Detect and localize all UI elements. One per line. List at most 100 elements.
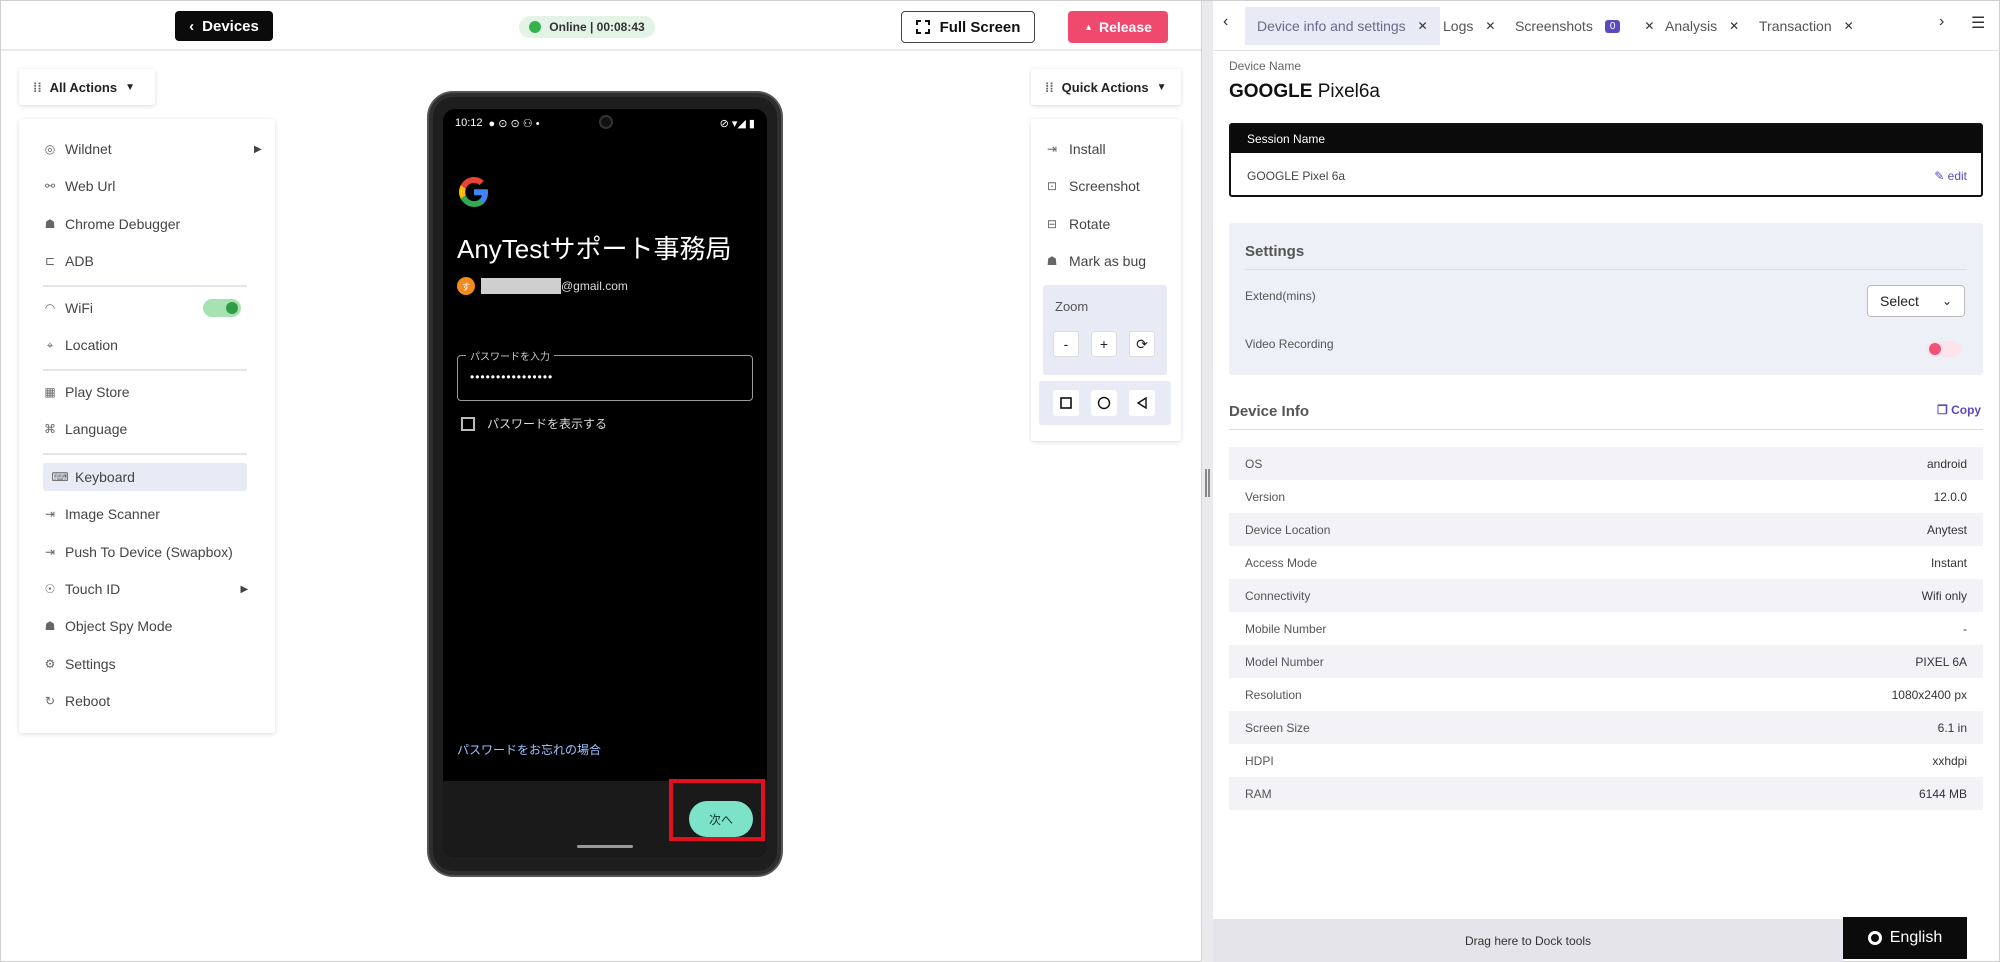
recents-button[interactable] (1053, 390, 1079, 416)
front-camera-icon (599, 115, 613, 129)
menu-item-play-store[interactable]: ▦ Play Store (43, 378, 130, 406)
menu-item-object-spy-mode[interactable]: ☗ Object Spy Mode (43, 612, 173, 640)
copy-button[interactable]: ❐ Copy (1937, 403, 1981, 417)
grid-dots-icon: ⁞⁞ (33, 79, 42, 95)
devices-back-button[interactable]: ‹ Devices (175, 11, 273, 41)
session-edit-button[interactable]: ✎ edit (1934, 169, 1967, 183)
menu-item-location[interactable]: ⌖ Location (43, 331, 118, 359)
menu-item-push-to-device[interactable]: ⇥ Push To Device (Swapbox) (43, 538, 233, 566)
menu-item-language[interactable]: ⌘ Language (43, 415, 127, 443)
menu-item-label: Play Store (65, 384, 130, 400)
hamburger-menu-icon[interactable]: ☰ (1971, 13, 1985, 33)
password-field[interactable]: パスワードを入力 •••••••••••••••• (457, 348, 753, 401)
quick-mark-as-bug[interactable]: ☗ Mark as bug (1045, 247, 1146, 275)
menu-item-touch-id[interactable]: ☉ Touch ID ▶ (43, 575, 249, 603)
grid-dots-icon: ⁞⁞ (1045, 79, 1054, 95)
caret-down-icon: ▼ (125, 81, 135, 93)
notification-icons: ● ⊙ ⊙ ⚇ • (488, 117, 540, 130)
screenshot-icon: ⊡ (1046, 179, 1058, 193)
info-value: PIXEL 6A (1915, 654, 1967, 669)
show-password-label: パスワードを表示する (487, 417, 608, 431)
online-dot-icon (529, 21, 542, 33)
all-actions-dropdown[interactable]: ⁞⁞ All Actions ▼ (19, 69, 155, 105)
menu-item-adb[interactable]: ⊏ ADB (43, 247, 94, 275)
language-button[interactable]: English (1843, 917, 1967, 959)
tab-screenshots[interactable]: Screenshots 0 ✕ (1503, 7, 1666, 45)
panel-splitter[interactable] (1201, 1, 1213, 962)
zoom-in-button[interactable]: + (1091, 331, 1117, 357)
edit-label: edit (1947, 169, 1967, 183)
extend-select[interactable]: Select ⌄ (1867, 285, 1965, 317)
table-row: Access Mode Instant (1229, 546, 1983, 579)
device-name-label: Device Name (1229, 59, 1302, 73)
menu-item-label: Push To Device (Swapbox) (65, 544, 233, 560)
quick-install[interactable]: ⇥ Install (1045, 135, 1106, 163)
full-screen-button[interactable]: Full Screen (901, 11, 1035, 43)
home-button[interactable] (1091, 390, 1117, 416)
gear-icon: ⚙ (44, 657, 56, 671)
tab-transaction[interactable]: Transaction ✕ (1747, 7, 1866, 45)
info-key: RAM (1245, 786, 1272, 801)
menu-item-label: ADB (65, 253, 94, 269)
wifi-toggle[interactable] (203, 299, 241, 317)
menu-divider (43, 285, 247, 287)
table-row: HDPI xxhdpi (1229, 744, 1983, 777)
zoom-out-button[interactable]: - (1053, 331, 1079, 357)
forgot-password-link[interactable]: パスワードをお忘れの場合 (457, 741, 601, 758)
all-actions-menu: ◎ Wildnet ▶ ⚯ Web Url ☗ Chrome Debugger … (19, 119, 275, 733)
zoom-reset-button[interactable]: ⟳ (1129, 331, 1155, 357)
close-icon[interactable]: ✕ (1844, 19, 1854, 33)
close-icon[interactable]: ✕ (1485, 19, 1495, 33)
menu-item-wifi[interactable]: ◠ WiFi (43, 294, 93, 322)
zoom-label: Zoom (1055, 299, 1089, 314)
table-row: RAM 6144 MB (1229, 777, 1983, 810)
release-button[interactable]: ▲ Release (1068, 11, 1168, 43)
tab-label: Transaction (1759, 18, 1832, 34)
triangle-left-icon (1136, 397, 1147, 409)
splitter-grip-icon[interactable] (1205, 469, 1210, 497)
show-password-checkbox[interactable]: パスワードを表示する (461, 415, 607, 432)
quick-rotate[interactable]: ⊟ Rotate (1045, 210, 1110, 238)
quick-actions-label: Quick Actions (1061, 79, 1149, 95)
tabs-scroll-right-icon[interactable]: › (1939, 13, 1944, 31)
menu-item-reboot[interactable]: ↻ Reboot (43, 687, 110, 715)
info-key: Resolution (1245, 687, 1302, 702)
close-icon[interactable]: ✕ (1418, 19, 1428, 33)
menu-item-label: Location (65, 337, 118, 353)
menu-item-settings[interactable]: ⚙ Settings (43, 650, 116, 678)
tab-logs[interactable]: Logs ✕ (1431, 7, 1507, 45)
table-row: Screen Size 6.1 in (1229, 711, 1983, 744)
table-row: Resolution 1080x2400 px (1229, 678, 1983, 711)
menu-item-wildnet[interactable]: ◎ Wildnet ▶ (43, 135, 262, 163)
info-value: 6144 MB (1918, 786, 1967, 801)
menu-item-image-scanner[interactable]: ⇥ Image Scanner (43, 500, 160, 528)
tabs-scroll-left-icon[interactable]: ‹ (1223, 13, 1228, 31)
home-indicator[interactable] (577, 845, 633, 848)
fingerprint-icon: ☉ (44, 582, 56, 596)
full-screen-label: Full Screen (939, 18, 1021, 36)
device-screen[interactable]: 10:12 ● ⊙ ⊙ ⚇ • ⊘ ▾◢ ▮ AnyTestサポート事務局 す … (443, 109, 767, 857)
close-icon[interactable]: ✕ (1729, 19, 1739, 33)
menu-item-keyboard[interactable]: ⌨ Keyboard (43, 463, 247, 491)
menu-item-chrome-debugger[interactable]: ☗ Chrome Debugger (43, 210, 181, 238)
language-ring-icon (1867, 931, 1882, 945)
device-brand: GOOGLE (1229, 81, 1313, 102)
tab-analysis[interactable]: Analysis ✕ (1653, 7, 1751, 45)
info-value: - (1963, 621, 1967, 636)
link-icon: ⚯ (44, 179, 56, 193)
table-row: Version 12.0.0 (1229, 480, 1983, 513)
dock-drop-zone[interactable]: Drag here to Dock tools (1213, 919, 1843, 962)
quick-screenshot[interactable]: ⊡ Screenshot (1045, 172, 1140, 200)
menu-item-web-url[interactable]: ⚯ Web Url (43, 172, 115, 200)
app-window: ‹ Devices Online | 00:08:43 Full Screen … (0, 0, 2000, 962)
quick-item-label: Rotate (1069, 216, 1111, 232)
info-key: Mobile Number (1245, 621, 1327, 636)
tab-label: Screenshots (1515, 18, 1593, 34)
menu-divider (43, 369, 247, 371)
submenu-arrow-icon: ▶ (240, 583, 249, 595)
quick-actions-dropdown[interactable]: ⁞⁞ Quick Actions ▼ (1031, 69, 1181, 105)
video-recording-toggle[interactable] (1927, 341, 1961, 357)
menu-item-label: Wildnet (65, 141, 112, 157)
tab-device-info[interactable]: Device info and settings ✕ (1245, 7, 1440, 45)
back-button[interactable] (1129, 390, 1155, 416)
